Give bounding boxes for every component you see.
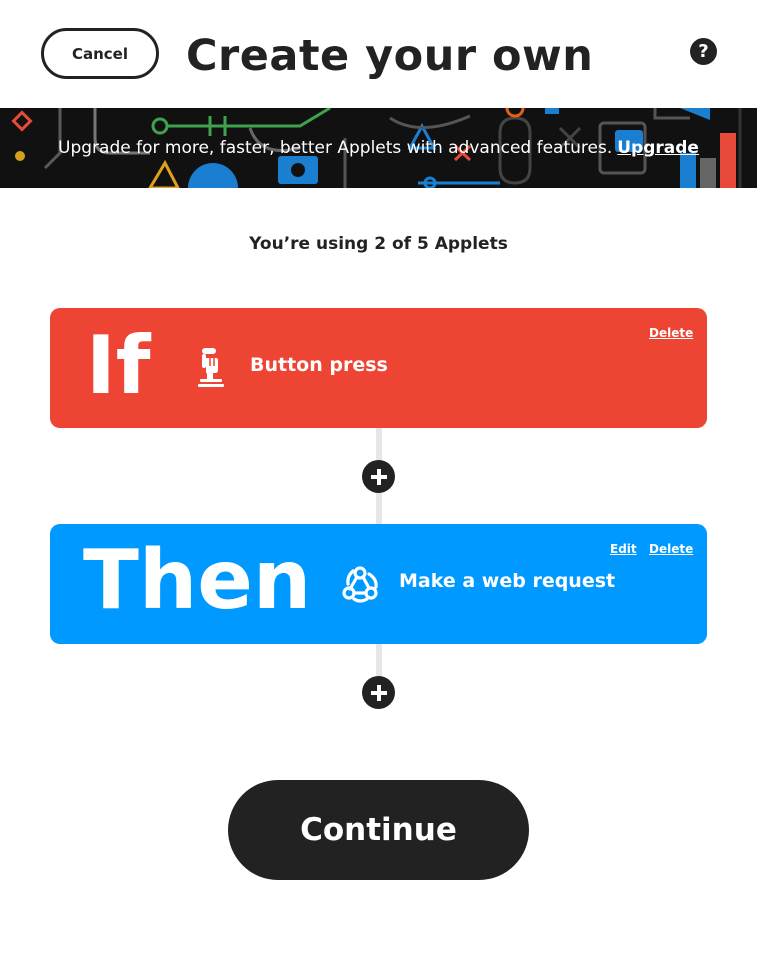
plus-icon [370,684,387,701]
action-card[interactable]: Then Make a web request Edit Delete [50,524,707,644]
trigger-card[interactable]: If Button press Delete [50,308,707,428]
plus-icon [370,468,387,485]
upgrade-link[interactable]: Upgrade [617,138,699,158]
continue-button[interactable]: Continue [228,780,529,880]
add-step-button[interactable] [362,460,395,493]
applet-usage-text: You’re using 2 of 5 Applets [249,234,508,254]
add-action-button[interactable] [362,676,395,709]
action-service-label: Make a web request [399,570,616,592]
page-title: Create your own [186,31,594,81]
trigger-service-label: Button press [250,354,388,376]
then-keyword: Then [83,533,312,628]
cancel-button[interactable]: Cancel [41,28,159,79]
trigger-delete-link[interactable]: Delete [649,326,693,340]
button-press-icon [198,348,224,387]
webhooks-icon [342,566,378,603]
upgrade-banner: Upgrade for more, faster, better Applets… [0,108,757,188]
connector-line [376,644,382,680]
banner-message: Upgrade for more, faster, better Applets… [58,138,613,158]
action-edit-link[interactable]: Edit [610,542,637,556]
header: Cancel Create your own ? [0,0,757,108]
action-delete-link[interactable]: Delete [649,542,693,556]
help-icon[interactable]: ? [690,38,717,65]
banner-text-row: Upgrade for more, faster, better Applets… [0,108,757,188]
if-keyword: If [86,319,151,412]
